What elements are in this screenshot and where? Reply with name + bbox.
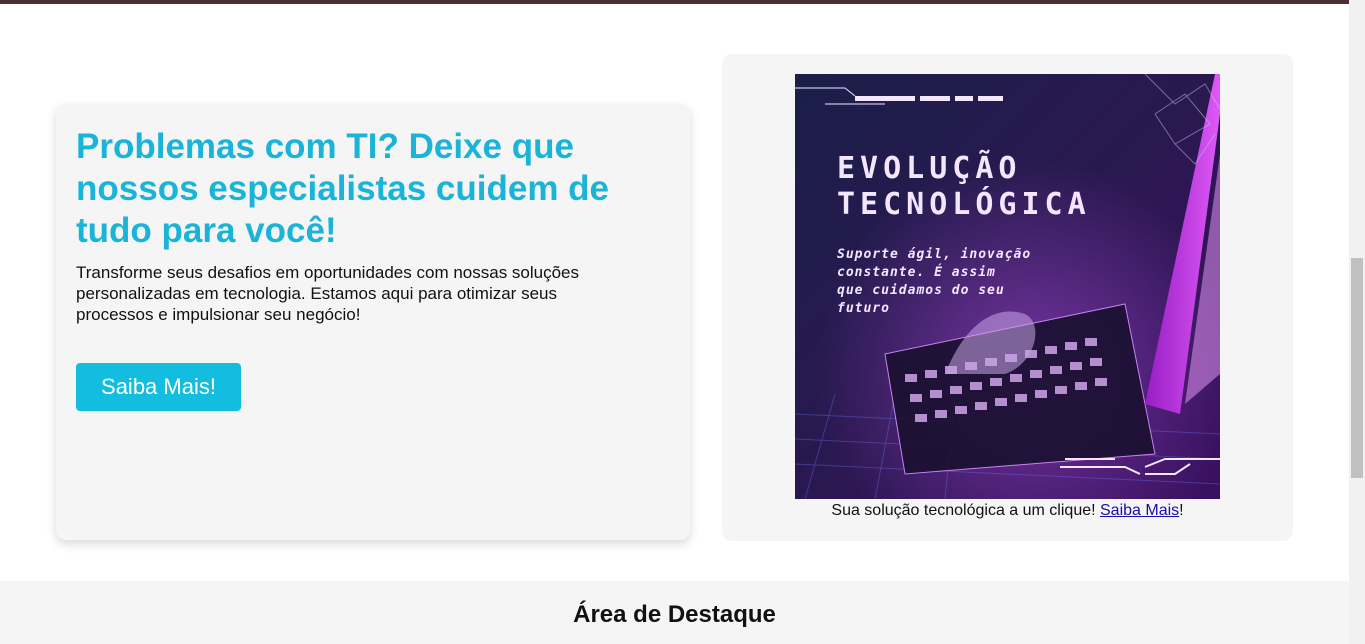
promo-title-line1: EVOLUÇÃO — [837, 149, 1022, 186]
caption-saiba-mais-link[interactable]: Saiba Mais — [1100, 502, 1179, 519]
image-card: EVOLUÇÃO TECNOLÓGICA Suporte ágil, inova… — [722, 54, 1293, 541]
hero-description: Transforme seus desafios em oportunidade… — [76, 263, 580, 324]
highlight-section: Área de Destaque — [0, 581, 1349, 644]
image-caption: Sua solução tecnológica a um clique! Sai… — [722, 502, 1293, 520]
caption-suffix: ! — [1179, 502, 1184, 519]
top-border — [0, 0, 1349, 4]
promo-title-line2: TECNOLÓGICA — [837, 185, 1091, 222]
promo-subtitle-line2: constante. É assim — [837, 264, 996, 280]
saiba-mais-button[interactable]: Saiba Mais! — [76, 363, 241, 411]
promo-subtitle-line3: que cuidamos do seu — [837, 283, 1005, 298]
promo-graphic: EVOLUÇÃO TECNOLÓGICA Suporte ágil, inova… — [795, 74, 1220, 499]
hero-title: Problemas com TI? Deixe que nossos espec… — [76, 127, 610, 250]
highlight-title: Área de Destaque — [573, 601, 776, 628]
scrollbar-thumb[interactable] — [1351, 258, 1363, 478]
vertical-scrollbar[interactable] — [1349, 0, 1365, 644]
hero-card: Problemas com TI? Deixe que nossos espec… — [56, 104, 690, 540]
promo-subtitle-line4: futuro — [837, 301, 890, 316]
promo-image: EVOLUÇÃO TECNOLÓGICA Suporte ágil, inova… — [795, 74, 1220, 499]
promo-subtitle-line1: Suporte ágil, inovação — [837, 247, 1031, 262]
caption-text: Sua solução tecnológica a um clique! — [831, 502, 1100, 519]
